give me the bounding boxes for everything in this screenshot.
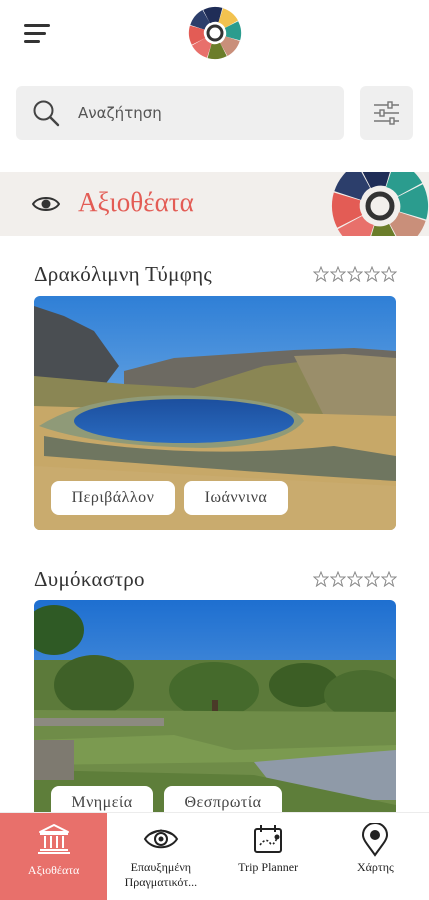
- star-icon[interactable]: [330, 266, 346, 282]
- star-icon[interactable]: [347, 571, 363, 587]
- nav-label: Χάρτης: [356, 860, 394, 874]
- search-row: [16, 86, 413, 140]
- menu-button[interactable]: [24, 24, 50, 44]
- top-bar: [0, 0, 429, 70]
- app-logo: [188, 6, 242, 60]
- nav-item-attractions[interactable]: Αξιοθέατα: [0, 813, 108, 900]
- tag-chip[interactable]: Μνημεία: [51, 786, 153, 812]
- ruins-landscape-image: [34, 600, 396, 812]
- star-icon[interactable]: [381, 266, 397, 282]
- eye-icon: [32, 197, 60, 211]
- hamburger-line: [24, 24, 50, 27]
- card-title[interactable]: Δρακόλιμνη Τύμφης: [34, 262, 212, 287]
- card-photo-lake[interactable]: Περιβάλλον Ιωάννινα: [34, 296, 396, 530]
- hamburger-line: [24, 40, 40, 43]
- star-icon[interactable]: [381, 571, 397, 587]
- card-photo-castle[interactable]: Μνημεία Θεσπρωτία: [34, 600, 396, 812]
- star-icon[interactable]: [364, 266, 380, 282]
- card-title[interactable]: Δυμόκαστρο: [34, 567, 145, 592]
- rating-stars[interactable]: [313, 266, 397, 282]
- ar-eye-icon: [143, 829, 179, 849]
- rating-stars[interactable]: [313, 571, 397, 587]
- temple-icon: [37, 824, 70, 854]
- tag-chip[interactable]: Θεσπρωτία: [164, 786, 282, 812]
- star-icon[interactable]: [364, 571, 380, 587]
- nav-label: Trip Planner: [238, 860, 299, 874]
- tag-chip[interactable]: Περιβάλλον: [51, 481, 175, 515]
- search-input[interactable]: [78, 100, 328, 126]
- section-title: Αξιοθέατα: [78, 187, 194, 217]
- nav-label: Επαυξημένη Πραγματικότ...: [124, 860, 198, 889]
- nav-item-trip-planner[interactable]: Trip Planner: [215, 813, 322, 900]
- star-icon[interactable]: [330, 571, 346, 587]
- nav-item-map[interactable]: Χάρτης: [322, 813, 429, 900]
- filter-button[interactable]: [360, 86, 413, 140]
- search-icon: [33, 100, 60, 127]
- nav-label: Αξιοθέατα: [27, 863, 80, 877]
- trip-map-icon: [254, 825, 283, 853]
- logo-decoration: [331, 172, 429, 236]
- hamburger-line: [24, 32, 46, 35]
- search-box[interactable]: [16, 86, 344, 140]
- sliders-icon: [374, 101, 399, 125]
- star-icon[interactable]: [313, 571, 329, 587]
- star-icon[interactable]: [313, 266, 329, 282]
- star-icon[interactable]: [347, 266, 363, 282]
- section-header: Αξιοθέατα: [0, 172, 429, 236]
- map-pin-icon: [362, 823, 389, 857]
- tag-chip[interactable]: Ιωάννινα: [184, 481, 288, 515]
- bottom-navigation: Αξιοθέατα Επαυξημένη Πραγματικότ... Trip…: [0, 812, 429, 900]
- nav-item-augmented-reality[interactable]: Επαυξημένη Πραγματικότ...: [107, 813, 214, 900]
